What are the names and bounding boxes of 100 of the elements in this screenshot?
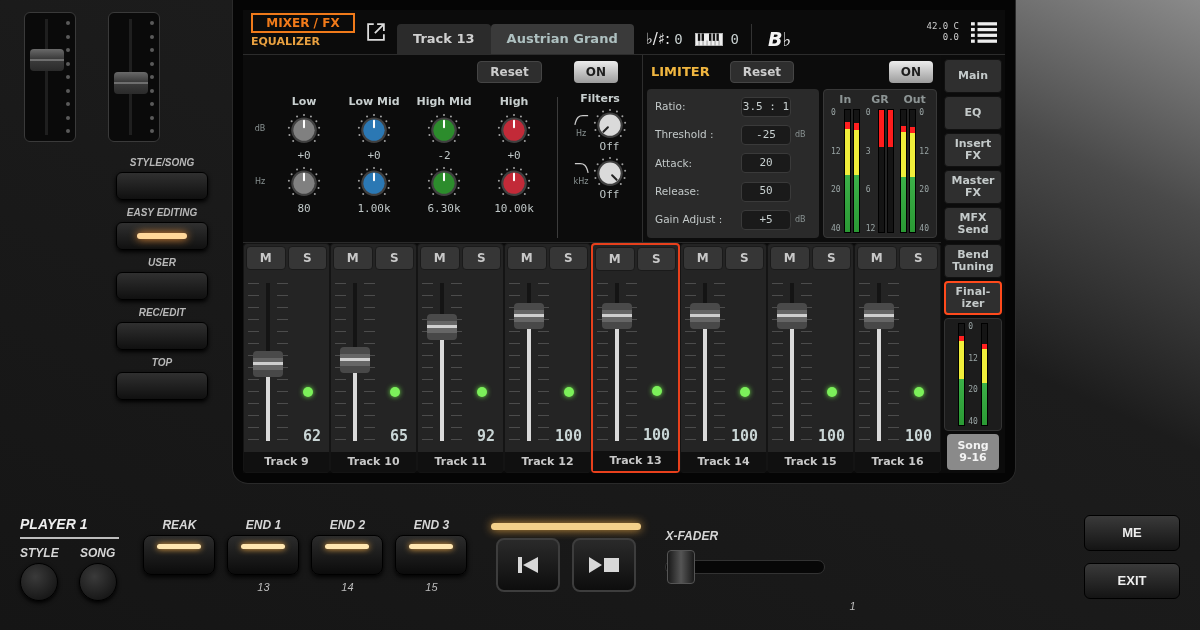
channel-strip[interactable]: M S 100 Track 16	[854, 243, 941, 473]
expand-icon[interactable]	[367, 23, 385, 41]
transport-button[interactable]	[496, 537, 561, 592]
hardware-fader[interactable]	[24, 12, 76, 142]
hardware-button[interactable]	[116, 222, 208, 250]
volume-value: 100	[554, 429, 582, 444]
control-label: X-FADER	[665, 530, 720, 542]
gain-knob[interactable]	[357, 113, 391, 144]
menu-icon[interactable]	[971, 21, 997, 43]
parameter-field[interactable]: -25	[741, 125, 791, 146]
side-tab[interactable]: Main	[944, 59, 1002, 93]
side-tab[interactable]: MFX Send	[944, 207, 1002, 241]
solo-button[interactable]: S	[724, 246, 764, 270]
transpose-value: 0	[674, 29, 683, 49]
frequency-knob[interactable]	[497, 166, 531, 197]
section-label: PLAYER 1	[20, 513, 120, 539]
fader-thumb[interactable]	[777, 303, 807, 330]
parameter-field[interactable]: 50	[741, 181, 791, 202]
side-tab[interactable]: Final-izer	[944, 281, 1002, 315]
filter-knob[interactable]	[592, 108, 627, 139]
solo-button[interactable]: S	[811, 246, 851, 270]
solo-button[interactable]: S	[374, 246, 414, 270]
hardware-button[interactable]: EXIT	[1084, 563, 1180, 599]
fader-thumb[interactable]	[114, 71, 148, 94]
side-tab[interactable]: Master FX	[944, 170, 1002, 204]
mute-button[interactable]: M	[770, 246, 810, 270]
hardware-button[interactable]	[143, 534, 216, 575]
crossfader-slider[interactable]	[665, 550, 826, 584]
channel-strip[interactable]: M S 65 Track 10	[330, 243, 417, 473]
reset-button[interactable]: Reset	[729, 61, 795, 83]
on-button[interactable]: ON	[573, 61, 618, 83]
solo-button[interactable]: S	[287, 246, 327, 270]
on-button[interactable]: ON	[888, 61, 933, 83]
mute-button[interactable]: M	[333, 246, 373, 270]
side-tab[interactable]: Insert FX	[944, 133, 1002, 167]
button-label: STYLE/SONG	[129, 158, 195, 168]
side-tab[interactable]: EQ	[944, 96, 1002, 130]
channel-strip[interactable]: M S 100 Track 14	[680, 243, 767, 473]
unit-label: Hz	[254, 175, 266, 188]
track-name-label: Track 11	[418, 452, 503, 472]
frequency-value: 6.30k	[427, 202, 461, 214]
track-name-tab[interactable]: Track 13	[397, 24, 491, 54]
band-label: High	[499, 95, 529, 107]
mute-button[interactable]: M	[683, 246, 723, 270]
unit-label: Hz	[575, 128, 587, 140]
mute-button[interactable]: M	[420, 246, 460, 270]
fader-thumb[interactable]	[864, 303, 894, 330]
solo-button[interactable]: S	[898, 246, 938, 270]
meter-scale-label: 0	[865, 109, 872, 117]
hardware-fader[interactable]	[108, 12, 160, 142]
fader-thumb[interactable]	[427, 314, 457, 341]
gain-knob[interactable]	[427, 113, 461, 144]
solo-button[interactable]: S	[461, 246, 501, 270]
channel-strip[interactable]: M S 100 Track 13	[591, 243, 680, 473]
fader-thumb[interactable]	[253, 350, 283, 377]
frequency-knob[interactable]	[287, 166, 321, 197]
frequency-knob[interactable]	[357, 166, 391, 197]
gain-knob[interactable]	[497, 113, 531, 144]
channel-strip[interactable]: M S 100 Track 15	[767, 243, 854, 473]
track-name-label: Track 16	[855, 452, 940, 472]
channel-strip[interactable]: M S 92 Track 11	[417, 243, 504, 473]
hardware-button[interactable]	[395, 534, 468, 575]
button-label: STYLE	[20, 546, 59, 559]
fader-thumb[interactable]	[602, 303, 632, 330]
parameter-field[interactable]: 3.5 : 1	[741, 97, 791, 118]
frequency-knob[interactable]	[427, 166, 461, 197]
fader-thumb[interactable]	[340, 347, 370, 374]
parameter-field[interactable]: 20	[741, 153, 791, 174]
mute-button[interactable]: M	[857, 246, 897, 270]
gain-value: +0	[507, 149, 521, 161]
meter-scale-label: 12	[831, 147, 841, 156]
octave-value: 0	[730, 29, 740, 49]
play-stop-icon	[589, 556, 620, 573]
channel-strip[interactable]: M S 62 Track 9	[243, 243, 330, 473]
hardware-button[interactable]	[227, 534, 300, 575]
section-title: LIMITER	[651, 63, 710, 82]
sound-name-tab[interactable]: Austrian Grand	[490, 24, 634, 54]
crossfader-thumb[interactable]	[667, 550, 696, 584]
mute-button[interactable]: M	[595, 247, 635, 271]
solo-button[interactable]: S	[636, 247, 676, 271]
meter-label: In	[839, 94, 852, 105]
hardware-button[interactable]	[311, 534, 384, 575]
gain-knob[interactable]	[287, 113, 321, 144]
parameter-label: Threshold :	[655, 127, 715, 143]
parameter-field[interactable]: +5	[741, 209, 791, 230]
page-title-tab[interactable]: MIXER / FX	[251, 13, 355, 33]
transport-button[interactable]	[572, 537, 637, 592]
mute-button[interactable]: M	[507, 246, 547, 270]
unit-label: kHz	[573, 176, 589, 188]
filter-knob[interactable]	[592, 156, 627, 187]
side-tab[interactable]: Bend Tuning	[944, 244, 1002, 278]
mute-button[interactable]: M	[246, 246, 286, 270]
fader-thumb[interactable]	[30, 49, 64, 72]
channel-strip[interactable]: M S 100 Track 12	[504, 243, 591, 473]
parameter-label: Attack:	[655, 155, 694, 171]
solo-button[interactable]: S	[548, 246, 588, 270]
fader-thumb[interactable]	[690, 303, 720, 330]
fader-thumb[interactable]	[514, 303, 544, 330]
hardware-button[interactable]: ME	[1084, 515, 1180, 551]
reset-button[interactable]: Reset	[477, 61, 542, 83]
